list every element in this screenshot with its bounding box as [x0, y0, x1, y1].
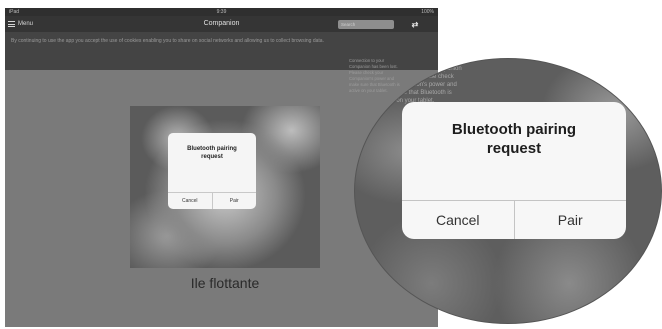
zoomed-dialog-buttons: Cancel Pair — [402, 200, 626, 239]
zoomed-pair-button[interactable]: Pair — [513, 201, 627, 239]
pairing-dialog: Bluetooth pairing request Cancel Pair — [168, 133, 256, 209]
status-bar: iPad 9:39 100% — [5, 8, 438, 16]
status-time: 9:39 — [216, 9, 227, 15]
zoomed-dialog-title: Bluetooth pairing request — [451, 121, 577, 157]
cancel-button[interactable]: Cancel — [168, 193, 212, 209]
zoom-callout: Connection to your Companion has been lo… — [354, 58, 662, 324]
pair-button[interactable]: Pair — [211, 193, 257, 209]
status-battery: 100% — [421, 9, 434, 15]
dialog-title: Bluetooth pairing request — [187, 146, 237, 160]
cookie-notice-text: By continuing to use the app you accept … — [11, 38, 324, 44]
search-input[interactable]: Search — [338, 20, 394, 29]
zoomed-cancel-button[interactable]: Cancel — [402, 201, 514, 239]
recipe-title: Ile flottante — [190, 275, 260, 291]
zoom-connection-tip: Connection to your Companion has been lo… — [379, 66, 462, 104]
bluetooth-connect-icon[interactable]: ⇄ — [403, 19, 427, 30]
dialog-buttons: Cancel Pair — [168, 192, 256, 209]
screenshot-stage: iPad 9:39 100% Menu Companion Search ⇄ B… — [0, 0, 662, 329]
zoomed-pairing-dialog: Bluetooth pairing request Cancel Pair — [402, 102, 626, 239]
nav-bar: Menu Companion Search ⇄ — [5, 16, 438, 32]
